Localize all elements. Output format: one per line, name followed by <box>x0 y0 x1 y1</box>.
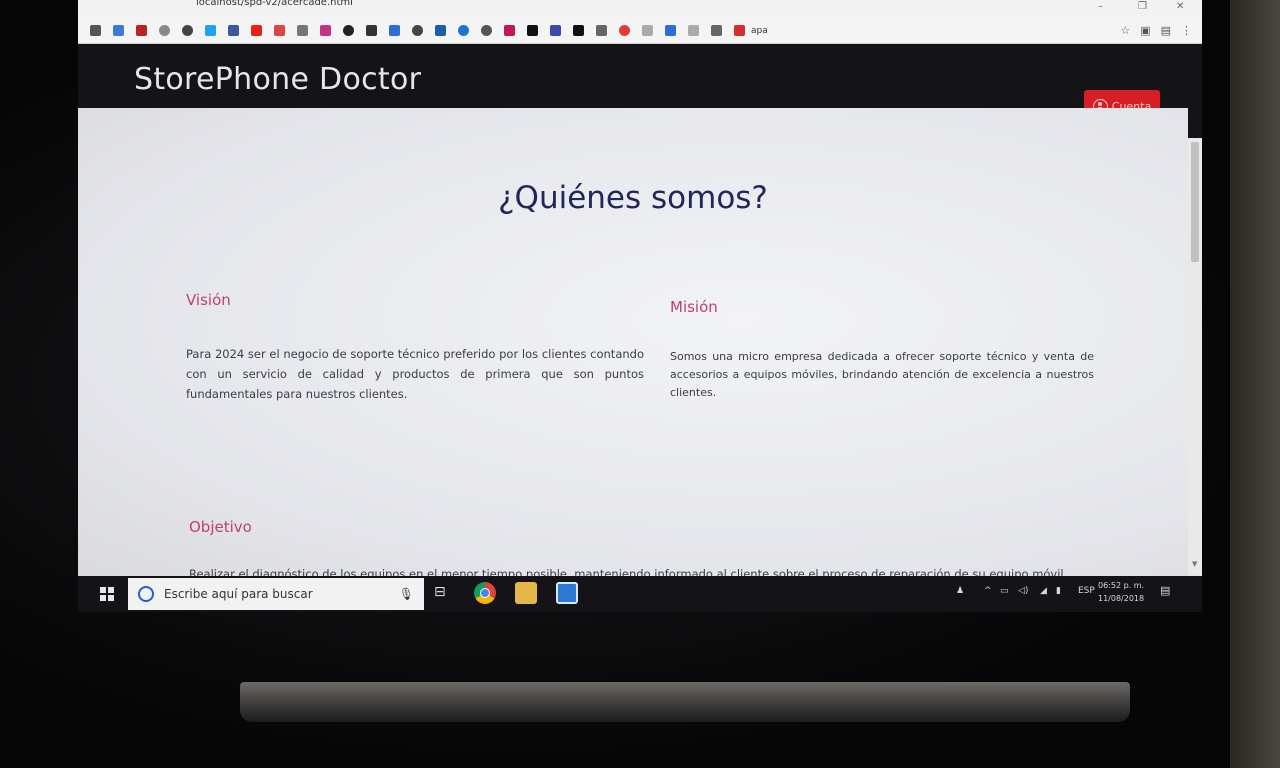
bookmark-icon[interactable] <box>136 25 147 36</box>
task-view-icon[interactable]: ⊟ <box>434 584 456 606</box>
extension-icon[interactable]: ▤ <box>1161 24 1171 37</box>
search-placeholder: Escribe aquí para buscar <box>164 587 313 601</box>
bookmark-icon[interactable] <box>665 25 676 36</box>
bookmark-icon[interactable] <box>113 25 124 36</box>
show-hidden-icons[interactable]: ^ <box>984 586 992 596</box>
notification-icon[interactable]: ▭ <box>1000 586 1009 596</box>
battery-icon[interactable]: ▮ <box>1056 586 1061 596</box>
bookmark-icon[interactable] <box>734 25 745 36</box>
bookmark-icon[interactable] <box>274 25 285 36</box>
action-center-icon[interactable]: ▤ <box>1160 584 1170 597</box>
scroll-down-arrow[interactable]: ▼ <box>1192 560 1197 568</box>
main-content: ¿Quiénes somos? Visión Para 2024 ser el … <box>78 108 1188 581</box>
instagram-icon[interactable] <box>320 25 331 36</box>
desk-background <box>1230 0 1280 768</box>
mission-text: Somos una micro empresa dedicada a ofrec… <box>670 350 1094 399</box>
bookmark-icon[interactable] <box>573 25 584 36</box>
twitter-icon[interactable] <box>205 25 216 36</box>
bookmark-icon[interactable] <box>435 25 446 36</box>
star-icon[interactable]: ☆ <box>1120 24 1130 37</box>
bookmark-icon[interactable] <box>412 25 423 36</box>
people-icon[interactable]: ♟ <box>956 586 964 596</box>
close-button[interactable]: ✕ <box>1176 1 1184 12</box>
github-icon[interactable] <box>343 25 354 36</box>
bookmarks-bar: apa ☆ ▣ ▤ ⋮ <box>78 18 1202 44</box>
bookmark-icon[interactable] <box>504 25 515 36</box>
brackets-editor-icon[interactable] <box>556 582 578 604</box>
google-icon[interactable] <box>159 25 170 36</box>
objective-title: Objetivo <box>189 518 252 536</box>
facebook-icon[interactable] <box>228 25 239 36</box>
minimize-button[interactable]: – <box>1098 1 1103 12</box>
bookmark-icon[interactable] <box>596 25 607 36</box>
browser-toolbar-icons: ☆ ▣ ▤ ⋮ <box>1120 24 1192 37</box>
url-text[interactable]: localhost/spd-v2/acercade.html <box>196 0 353 8</box>
laptop-screen: localhost/spd-v2/acercade.html – ❐ ✕ apa… <box>78 0 1202 612</box>
cortana-icon <box>138 586 154 602</box>
network-icon[interactable]: ◢ <box>1040 586 1047 596</box>
scrollbar-thumb[interactable] <box>1191 142 1199 262</box>
menu-icon[interactable]: ⋮ <box>1181 24 1192 37</box>
address-bar[interactable]: localhost/spd-v2/acercade.html – ❐ ✕ <box>78 0 1202 18</box>
bookmark-label[interactable]: apa <box>751 26 768 36</box>
bookmark-icon[interactable] <box>619 25 630 36</box>
clock-date: 11/08/2018 <box>1098 594 1145 603</box>
vision-text: Para 2024 ser el negocio de soporte técn… <box>186 347 644 401</box>
bookmark-icon[interactable] <box>182 25 193 36</box>
bookmark-icon[interactable] <box>550 25 561 36</box>
clock-time: 06:52 p. m. <box>1098 581 1145 590</box>
gmail-icon[interactable] <box>297 25 308 36</box>
windows-taskbar: Escribe aquí para buscar 🎙 ⊟ ♟ ^ ▭ ◁) ◢ … <box>78 576 1202 612</box>
taskbar-search[interactable]: Escribe aquí para buscar 🎙 <box>128 578 424 610</box>
site-brand[interactable]: StorePhone Doctor <box>134 62 421 97</box>
microphone-icon[interactable]: 🎙 <box>399 587 414 601</box>
document-icon[interactable] <box>642 25 653 36</box>
bookmark-icon[interactable] <box>527 25 538 36</box>
youtube-icon[interactable] <box>251 25 262 36</box>
extension-icon[interactable]: ▣ <box>1140 24 1150 37</box>
file-explorer-icon[interactable] <box>515 582 537 604</box>
vision-title: Visión <box>186 291 231 309</box>
mission-title: Misión <box>670 298 718 316</box>
bookmark-icon[interactable] <box>481 25 492 36</box>
laptop-hinge <box>240 682 1130 722</box>
windows-start-icon[interactable] <box>100 587 114 601</box>
volume-icon[interactable]: ◁) <box>1018 586 1028 596</box>
system-clock[interactable]: 06:52 p. m. 11/08/2018 <box>1098 579 1144 605</box>
chrome-icon[interactable] <box>474 582 496 604</box>
document-icon[interactable] <box>688 25 699 36</box>
bookmark-icon[interactable] <box>366 25 377 36</box>
language-indicator[interactable]: ESP <box>1078 586 1095 596</box>
bookmark-icon[interactable] <box>711 25 722 36</box>
page-title: ¿Quiénes somos? <box>498 180 768 216</box>
maximize-button[interactable]: ❐ <box>1138 1 1147 12</box>
bookmark-icon[interactable] <box>458 25 469 36</box>
bookmark-icon[interactable] <box>90 25 101 36</box>
bookmark-icon[interactable] <box>389 25 400 36</box>
